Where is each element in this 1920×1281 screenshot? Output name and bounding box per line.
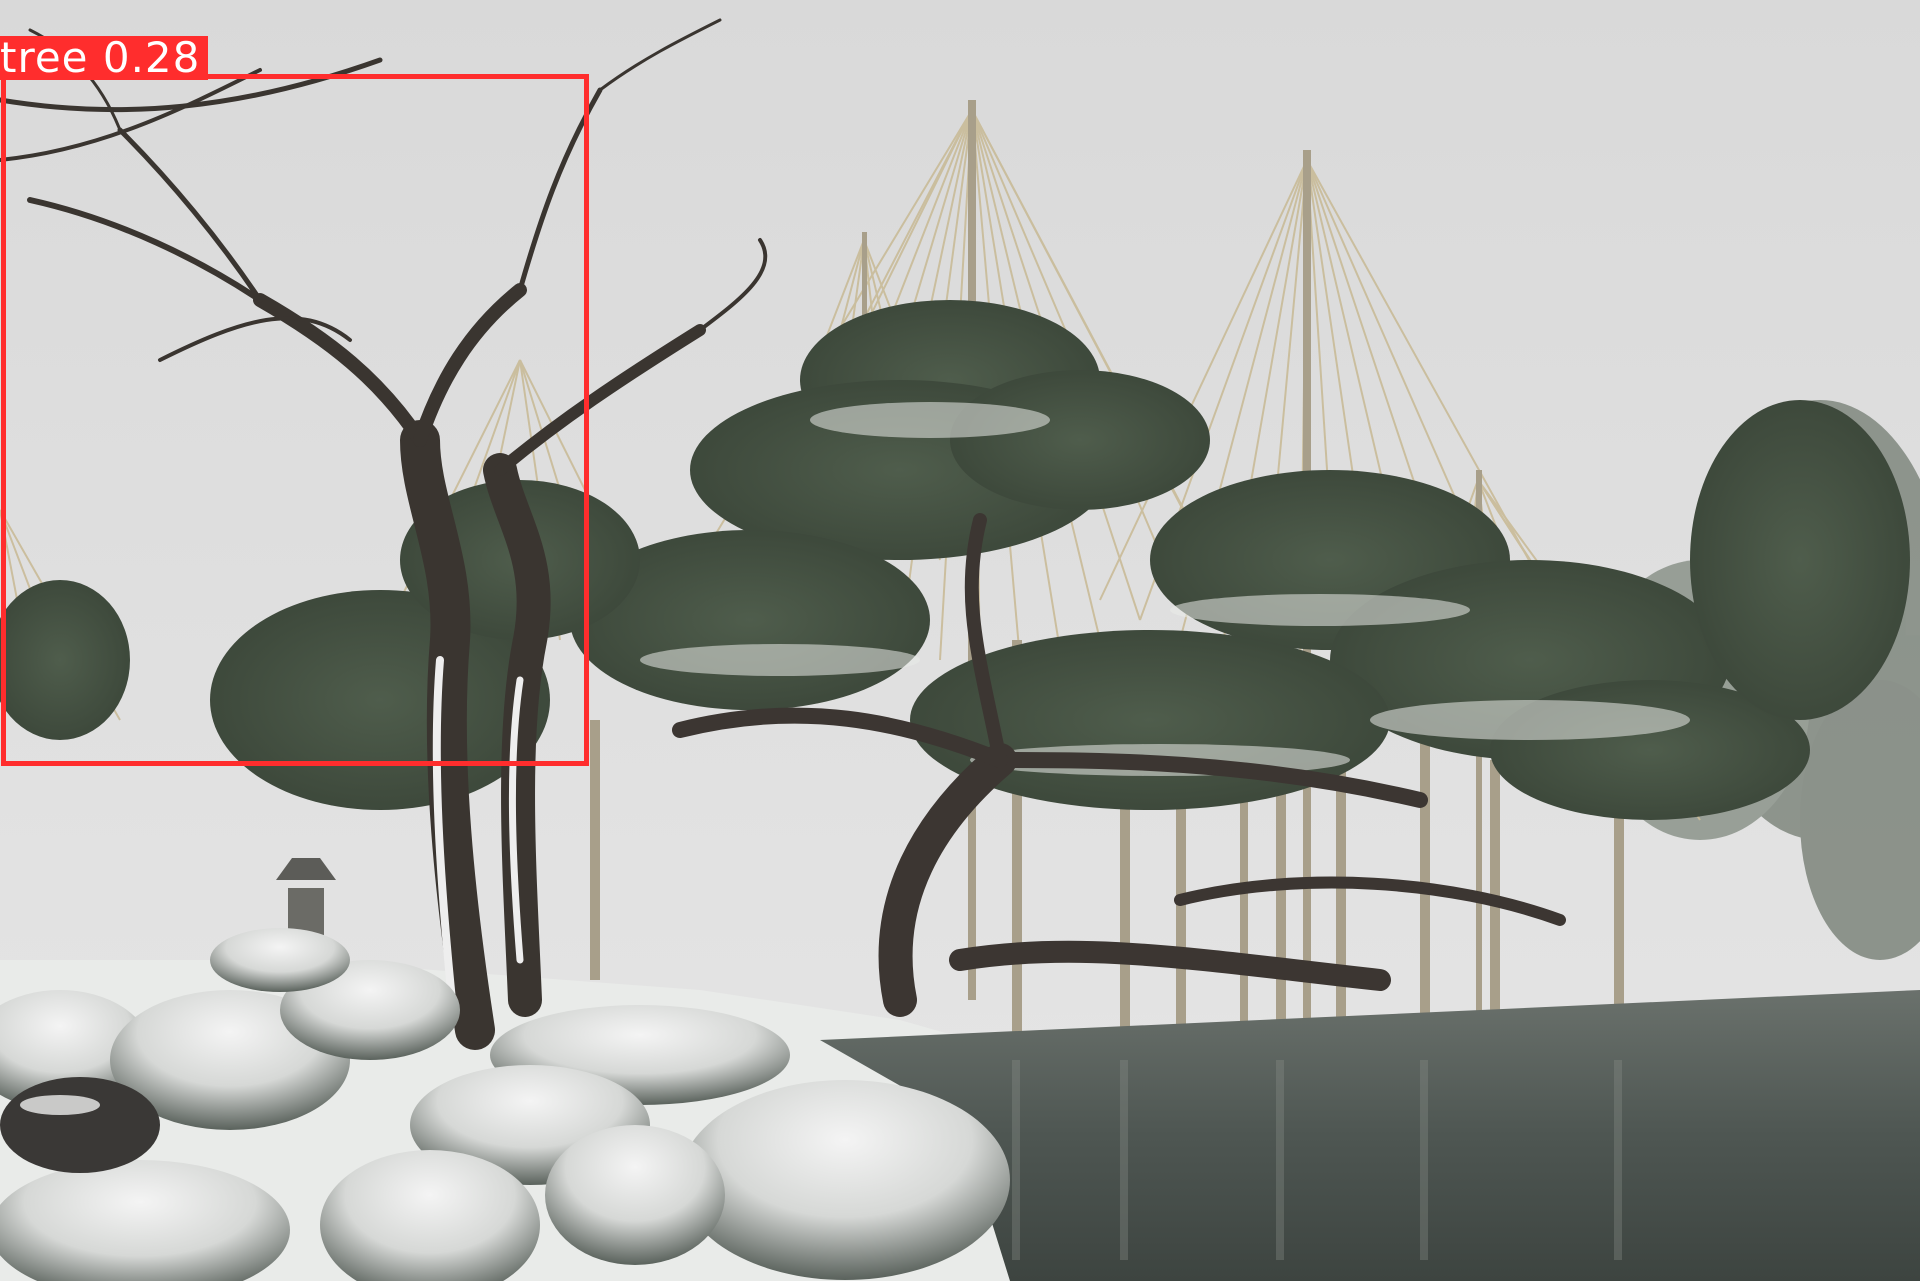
detection-label: tree 0.28 [0, 36, 209, 80]
garden-rock [0, 1077, 160, 1173]
snowy-garden-photo [0, 0, 1920, 1281]
